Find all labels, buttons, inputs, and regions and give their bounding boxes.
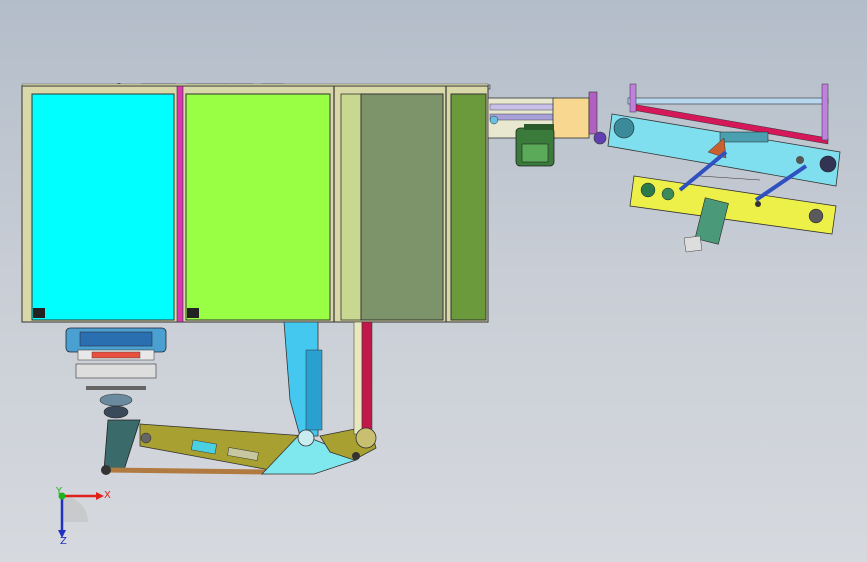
cabinet-olive-strip — [340, 93, 362, 321]
left-actuator-stack[interactable] — [65, 327, 167, 419]
triad-x-label: X — [104, 490, 111, 501]
cabinet-divider-magenta — [176, 85, 184, 323]
triad-y-label: Y — [55, 486, 63, 497]
cabinet-dark-green-panel[interactable] — [450, 93, 487, 321]
motor-drum[interactable] — [515, 124, 555, 167]
cabinet-grey-green-panel[interactable] — [360, 93, 444, 321]
cad-viewport[interactable]: X Y Z — [0, 0, 867, 562]
vent-grille-left — [33, 308, 45, 318]
coordinate-triad — [58, 492, 104, 538]
cabinet-green-panel[interactable] — [185, 93, 331, 321]
vent-grille-right — [187, 308, 199, 318]
cad-model: X Y Z — [21, 83, 841, 547]
cabinet-cyan-panel[interactable] — [31, 93, 175, 321]
upper-conveyor[interactable] — [607, 83, 841, 187]
triad-z-label: Z — [60, 536, 67, 547]
